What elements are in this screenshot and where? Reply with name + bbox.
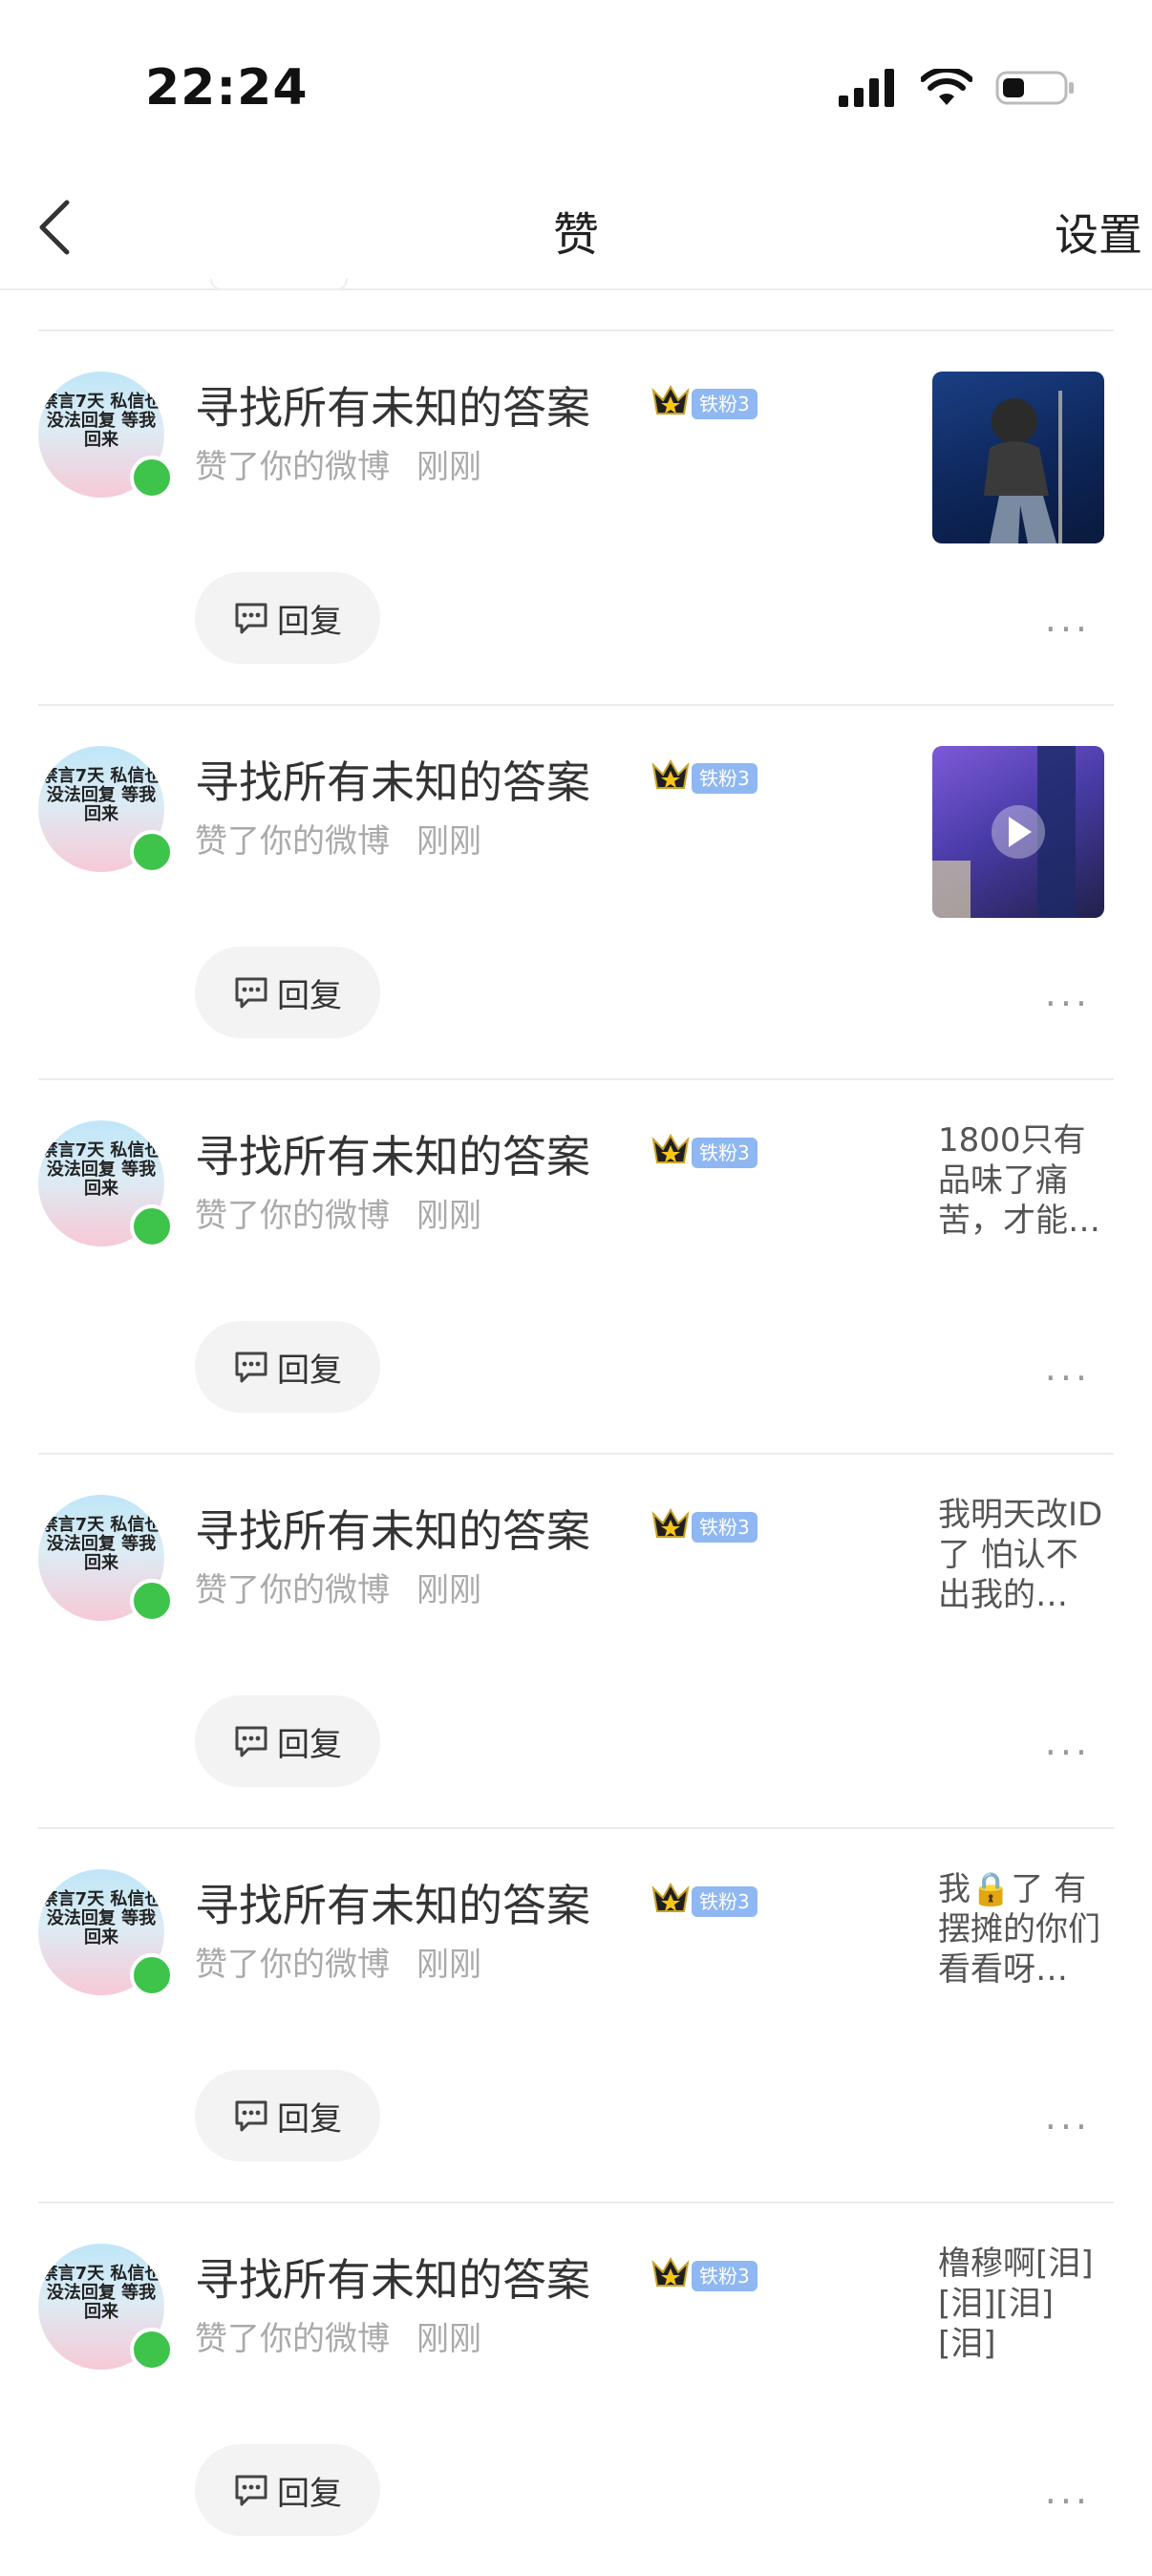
reply-label: 回复: [277, 2474, 342, 2513]
crown-icon: [651, 384, 690, 415]
action-text: 赞了你的微博: [195, 1197, 390, 1235]
online-status-dot: [130, 830, 174, 874]
online-status-dot: [130, 456, 174, 500]
like-notification-item[interactable]: 禁言7天 私信也没法回复 等我回来 寻找所有未知的答案 铁粉3 赞了你的微博 刚刚…: [38, 704, 1114, 1078]
post-thumbnail[interactable]: [932, 372, 1104, 543]
fan-level-badge: 铁粉3: [692, 1512, 757, 1543]
avatar-caption: 禁言7天 私信也没法回复 等我回来: [40, 392, 162, 450]
post-preview-text[interactable]: 橹穆啊[泪][泪][泪][泪]: [938, 2244, 1108, 2364]
like-description: 赞了你的微博 刚刚: [195, 1938, 481, 1985]
user-name[interactable]: 寻找所有未知的答案: [195, 748, 590, 811]
timestamp: 刚刚: [416, 2320, 481, 2358]
nav-bar: 赞 设置: [0, 162, 1152, 290]
action-text: 赞了你的微博: [195, 2320, 390, 2358]
status-time: 22:24: [145, 59, 309, 117]
timestamp: 刚刚: [416, 1197, 481, 1235]
reply-button[interactable]: 回复: [195, 1321, 380, 1413]
more-options-icon[interactable]: ···: [1045, 983, 1091, 1025]
more-options-icon[interactable]: ···: [1045, 608, 1091, 650]
user-name[interactable]: 寻找所有未知的答案: [195, 2246, 590, 2309]
comment-icon: [235, 977, 267, 1009]
online-status-dot: [130, 1579, 174, 1623]
wifi-icon: [921, 69, 972, 105]
crown-icon: [651, 2256, 690, 2287]
reply-button[interactable]: 回复: [195, 1695, 380, 1787]
user-name[interactable]: 寻找所有未知的答案: [195, 1497, 590, 1560]
crown-icon: [651, 1882, 690, 1912]
crown-icon: [651, 1507, 690, 1538]
likes-list: 禁言7天 私信也没法回复 等我回来 寻找所有未知的答案 铁粉3 赞了你的微博 刚刚…: [0, 330, 1152, 2576]
timestamp: 刚刚: [416, 1571, 481, 1609]
comment-icon: [235, 1352, 267, 1383]
reply-button[interactable]: 回复: [195, 947, 380, 1038]
online-status-dot: [130, 2328, 174, 2372]
reply-label: 回复: [277, 602, 342, 641]
user-name[interactable]: 寻找所有未知的答案: [195, 1871, 590, 1934]
user-name[interactable]: 寻找所有未知的答案: [195, 373, 590, 436]
fan-level-badge: 铁粉3: [692, 1886, 757, 1917]
comment-icon: [235, 603, 267, 634]
action-text: 赞了你的微博: [195, 448, 390, 486]
like-description: 赞了你的微博 刚刚: [195, 1564, 481, 1610]
fan-level-badge: 铁粉3: [692, 763, 757, 794]
avatar-caption: 禁言7天 私信也没法回复 等我回来: [40, 766, 162, 824]
post-preview-text[interactable]: 1800只有品味了痛苦，才能…: [938, 1120, 1108, 1241]
comment-icon: [235, 2475, 267, 2506]
like-description: 赞了你的微博 刚刚: [195, 440, 481, 487]
reply-label: 回复: [277, 2099, 342, 2139]
crown-icon: [651, 758, 690, 789]
like-description: 赞了你的微博 刚刚: [195, 2312, 481, 2359]
reply-button[interactable]: 回复: [195, 572, 380, 664]
online-status-dot: [130, 1953, 174, 1997]
settings-button[interactable]: 设置: [1055, 201, 1142, 264]
timestamp: 刚刚: [416, 822, 481, 861]
action-text: 赞了你的微博: [195, 1946, 390, 1984]
post-preview-text[interactable]: 我🔒了 有摆摊的你们看看呀…: [938, 1869, 1108, 1990]
like-notification-item[interactable]: 禁言7天 私信也没法回复 等我回来 寻找所有未知的答案 铁粉3 赞了你的微博 刚刚…: [38, 1453, 1114, 1827]
crown-icon: [651, 1133, 690, 1163]
status-icons: [839, 69, 1076, 107]
comment-icon: [235, 2100, 267, 2132]
status-bar: 22:24: [0, 0, 1152, 162]
reply-label: 回复: [277, 1725, 342, 1764]
like-description: 赞了你的微博 刚刚: [195, 815, 481, 862]
more-options-icon[interactable]: ···: [1045, 1732, 1091, 1774]
battery-icon: [995, 71, 1074, 105]
more-options-icon[interactable]: ···: [1045, 2106, 1091, 2148]
like-notification-item[interactable]: 禁言7天 私信也没法回复 等我回来 寻找所有未知的答案 铁粉3 赞了你的微博 刚刚…: [38, 330, 1114, 704]
reply-label: 回复: [277, 976, 342, 1015]
user-name[interactable]: 寻找所有未知的答案: [195, 1122, 590, 1185]
fan-level-badge: 铁粉3: [692, 389, 757, 419]
timestamp: 刚刚: [416, 1946, 481, 1984]
fan-level-badge: 铁粉3: [692, 2261, 757, 2291]
reply-button[interactable]: 回复: [195, 2070, 380, 2161]
like-notification-item[interactable]: 禁言7天 私信也没法回复 等我回来 寻找所有未知的答案 铁粉3 赞了你的微博 刚刚…: [38, 1827, 1114, 2202]
action-text: 赞了你的微博: [195, 1571, 390, 1609]
avatar-caption: 禁言7天 私信也没法回复 等我回来: [40, 1515, 162, 1573]
post-preview-text[interactable]: 我明天改ID了 怕认不出我的…: [938, 1495, 1108, 1615]
more-options-icon[interactable]: ···: [1045, 1357, 1091, 1399]
like-notification-item[interactable]: 禁言7天 私信也没法回复 等我回来 寻找所有未知的答案 铁粉3 赞了你的微博 刚刚…: [38, 2202, 1114, 2576]
previous-item-edge: [210, 279, 348, 290]
online-status-dot: [130, 1204, 174, 1248]
action-text: 赞了你的微博: [195, 822, 390, 861]
page-title: 赞: [552, 208, 599, 262]
timestamp: 刚刚: [416, 448, 481, 486]
fan-level-badge: 铁粉3: [692, 1138, 757, 1168]
more-options-icon[interactable]: ···: [1045, 2480, 1091, 2523]
avatar-caption: 禁言7天 私信也没法回复 等我回来: [40, 1140, 162, 1199]
cellular-signal-icon: [839, 69, 894, 107]
avatar-caption: 禁言7天 私信也没法回复 等我回来: [40, 1889, 162, 1948]
like-notification-item[interactable]: 禁言7天 私信也没法回复 等我回来 寻找所有未知的答案 铁粉3 赞了你的微博 刚刚…: [38, 1078, 1114, 1453]
video-thumbnail[interactable]: [932, 746, 1104, 918]
comment-icon: [235, 1726, 267, 1757]
like-description: 赞了你的微博 刚刚: [195, 1189, 481, 1236]
avatar-caption: 禁言7天 私信也没法回复 等我回来: [40, 2264, 162, 2322]
reply-button[interactable]: 回复: [195, 2444, 380, 2536]
reply-label: 回复: [277, 1351, 342, 1390]
